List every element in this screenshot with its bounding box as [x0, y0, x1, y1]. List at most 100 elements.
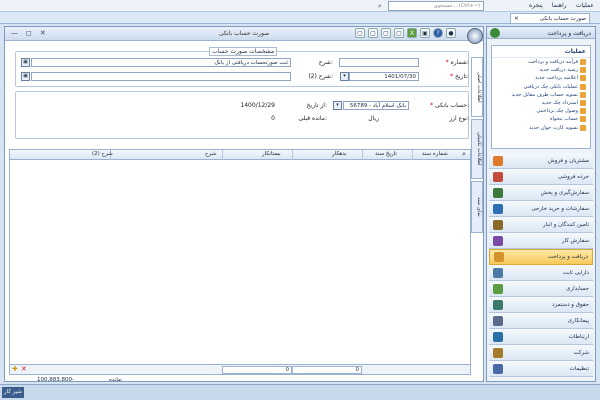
module-label: مشتریان و فروش [548, 157, 589, 164]
settings-icon[interactable]: ● [446, 28, 456, 38]
module-button[interactable]: دریافت و پرداخت [489, 249, 593, 265]
grid-search-icon[interactable]: ⌕ [462, 150, 466, 159]
module-icon [493, 331, 503, 342]
new-icon[interactable]: ▢ [355, 28, 365, 38]
number-field[interactable] [339, 58, 419, 67]
date-picker-button[interactable]: ▾ [340, 72, 349, 81]
module-label: خرده فروشی [557, 173, 589, 180]
grid-icon[interactable]: ▣ [420, 28, 430, 38]
col-separator [222, 150, 223, 160]
grid-footer-icons: ✚ ✕ [12, 365, 27, 373]
col-description[interactable]: شرح [205, 151, 216, 157]
module-icon [493, 347, 503, 358]
operation-icon [580, 100, 586, 107]
excel-icon[interactable]: X [407, 28, 417, 38]
print-icon[interactable]: ▢ [381, 28, 391, 38]
tab-main-info[interactable]: اطلاعات اصلی [471, 57, 483, 117]
bank-account-dropdown[interactable]: ▾ [333, 101, 342, 110]
module-icon [493, 267, 503, 278]
operation-item[interactable]: حساب تنخواه [492, 115, 590, 123]
desc-save-icon[interactable]: ▣ [21, 58, 30, 67]
operations-title: عملیات [492, 46, 590, 58]
bank-group [15, 91, 469, 139]
col-description-2[interactable]: شرح (2) [92, 151, 113, 157]
desc-field[interactable]: ثبت صورتحساب دریافتی از بانک [31, 58, 291, 67]
status-button[interactable]: شیر کار [2, 387, 24, 398]
module-icon [493, 203, 503, 214]
operation-item[interactable]: اعلامیه پرداخت جدید [492, 74, 590, 82]
desc-label: شرح: [318, 59, 333, 66]
col-debit[interactable]: بدهکار [332, 151, 347, 157]
operation-item[interactable]: تسویه کارت خوان جدید [492, 124, 590, 132]
operations-panel: عملیات فرآیند دریافت و پرداخت رسید دریافت… [491, 45, 591, 149]
module-button[interactable]: شرکت [489, 345, 593, 361]
module-button[interactable]: سفارشات و خرید خارجی [489, 201, 593, 217]
module-label: دارایی ثابت [562, 269, 589, 276]
operation-label: وصول چک پرداختنی [536, 108, 578, 115]
module-label: ارتباطات [568, 333, 589, 340]
module-button[interactable]: دارایی ثابت [489, 265, 593, 281]
tab-document-view[interactable]: نمای سند [471, 181, 483, 233]
doc-balance-value: 100,883,800- [37, 377, 74, 383]
menu-operations[interactable]: عملیات [576, 2, 594, 9]
module-logo-icon [490, 28, 500, 38]
module-button[interactable]: خرده فروشی [489, 169, 593, 185]
tab-label: صورت حساب بانکی [539, 15, 586, 22]
window-title-bar: — ◻ ✕ صورت حساب بانکی ▢ ▢ ▢ ▢ X ▣ ? ● [5, 27, 483, 44]
copy-icon[interactable]: ▢ [394, 28, 404, 38]
module-button[interactable]: تامین کنندگان و انبار [489, 217, 593, 233]
module-icon [494, 252, 504, 262]
module-button[interactable]: ارتباطات [489, 329, 593, 345]
col-separator [362, 150, 363, 160]
operation-item[interactable]: وصول چک پرداختنی [492, 107, 590, 115]
details-group-title: مشخصات صورت حساب [209, 47, 278, 56]
col-separator [292, 150, 293, 160]
total-credit: 0 [222, 366, 292, 374]
desc2-save-icon[interactable]: ▣ [21, 72, 30, 81]
operation-label: عملیات بانکی چک دریافتی [523, 83, 578, 90]
operation-label: اعلامیه پرداخت جدید [535, 75, 578, 82]
bank-account-field[interactable]: 56789 - بانک اسلام آباد [343, 101, 409, 110]
module-label: حسابداری [566, 285, 589, 292]
module-label: دریافت و پرداخت [548, 254, 588, 260]
side-tabs: اطلاعات اصلی اطلاعات تکمیلی نمای سند [471, 47, 483, 237]
operation-icon [580, 67, 586, 74]
module-label: تنظیمات [569, 365, 589, 372]
search-input[interactable]: جستجوی... (Ctrl+~) [388, 1, 484, 11]
desc2-field[interactable] [31, 72, 291, 81]
add-row-icon[interactable]: ✚ [12, 365, 18, 373]
operation-item[interactable]: استرداد چک جدید [492, 99, 590, 107]
tab-extra-info[interactable]: اطلاعات تکمیلی [471, 119, 483, 179]
operation-item[interactable]: تسویه حساب طرف مقابل جدید [492, 91, 590, 99]
operation-item[interactable]: فرآیند دریافت و پرداخت [492, 58, 590, 66]
module-button[interactable]: حقوق و دستمزد [489, 297, 593, 313]
operation-label: فرآیند دریافت و پرداخت [528, 59, 578, 66]
save-icon[interactable]: ▢ [368, 28, 378, 38]
menu-window[interactable]: پنجره [529, 2, 543, 9]
module-button[interactable]: سفارش کار [489, 233, 593, 249]
module-button[interactable]: حسابداری [489, 281, 593, 297]
module-button[interactable]: سفارش‌گیری و پخش [489, 185, 593, 201]
operation-label: استرداد چک جدید [541, 100, 578, 107]
tab-bank-statement[interactable]: ✕ صورت حساب بانکی [510, 13, 590, 23]
module-icon [493, 155, 503, 166]
operation-item[interactable]: عملیات بانکی چک دریافتی [492, 83, 590, 91]
delete-row-icon[interactable]: ✕ [21, 365, 27, 373]
operation-item[interactable]: رسید دریافت جدید [492, 66, 590, 74]
currency-value: ریال [368, 115, 379, 122]
menu-bar: عملیات راهنما پنجره ⌕ جستجوی... (Ctrl+~) [0, 0, 600, 12]
menu-help[interactable]: راهنما [552, 2, 567, 9]
col-credit[interactable]: بستانکار [262, 151, 281, 157]
help-icon[interactable]: ? [433, 28, 443, 38]
date-field[interactable]: 1401/07/30 [349, 72, 419, 81]
col-doc-number[interactable]: شماره سند [422, 151, 448, 157]
module-button[interactable]: مشتریان و فروش [489, 153, 593, 169]
currency-label: نوع ارز: [449, 115, 469, 122]
col-doc-date[interactable]: تاریخ سند [375, 151, 397, 157]
operation-icon [580, 124, 586, 131]
search-icon[interactable]: ⌕ [378, 2, 382, 11]
module-label: سفارشات و خرید خارجی [531, 205, 589, 212]
module-button[interactable]: تنظیمات [489, 361, 593, 377]
module-button[interactable]: پیمانکاری [489, 313, 593, 329]
close-icon[interactable]: ✕ [514, 16, 519, 22]
